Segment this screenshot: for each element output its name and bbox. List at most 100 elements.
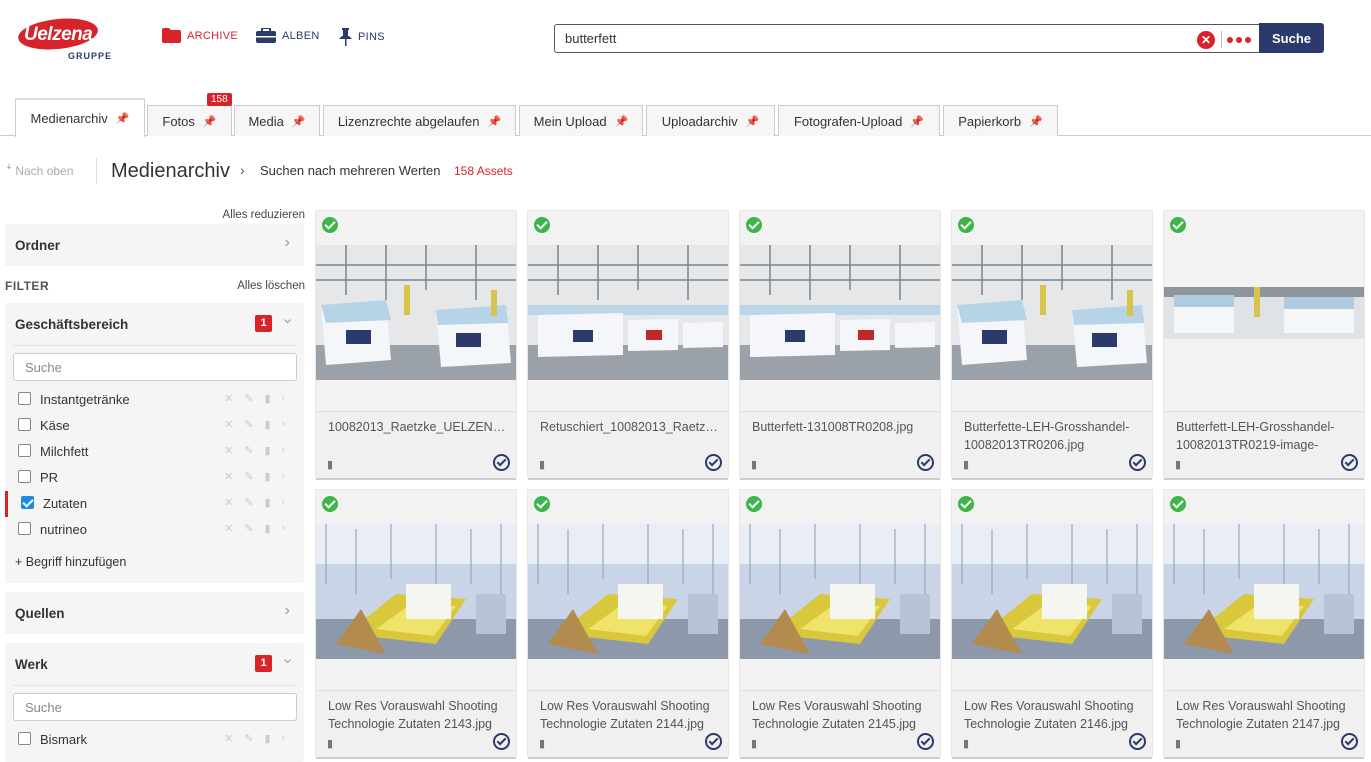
clear-all-link[interactable]: Alles löschen (237, 280, 305, 292)
pin-icon[interactable]: 📌 (292, 115, 306, 128)
back-to-top-link[interactable]: ꜜ Nach oben (6, 164, 73, 178)
filter-option[interactable]: Milchfett ✕ ✎ ▮ › (5, 439, 304, 465)
add-term-link[interactable]: + Begriff hinzufügen (15, 555, 126, 569)
pin-icon[interactable]: 📌 (203, 115, 217, 128)
collapse-all-link[interactable]: Alles reduzieren (223, 209, 305, 221)
pin-icon[interactable]: ▮ (539, 458, 545, 471)
pin-icon[interactable]: 📌 (615, 115, 629, 128)
exclude-icon[interactable]: ✕ (224, 418, 233, 431)
asset-card[interactable]: 10082013_Raetzke_UELZENA_Butterfett.jpg ▮ (315, 210, 517, 480)
asset-thumbnail[interactable] (952, 524, 1152, 664)
asset-card[interactable]: Low Res Vorauswahl Shooting Technologie … (951, 489, 1153, 759)
tab-fotografen-upload[interactable]: Fotografen-Upload 📌 (778, 105, 940, 136)
tab-uploadarchiv[interactable]: Uploadarchiv 📌 (646, 105, 775, 136)
business-panel-title[interactable]: Geschäftsbereich (15, 317, 128, 332)
tab-papierkorb[interactable]: Papierkorb 📌 (943, 105, 1058, 136)
pin-icon[interactable]: 📌 (487, 115, 501, 128)
chevron-down-icon[interactable]: › (278, 658, 296, 663)
asset-card[interactable]: Butterfett-131008TR0208.jpg ▮ (739, 210, 941, 480)
chevron-right-icon[interactable]: › (282, 444, 286, 457)
exclude-icon[interactable]: ✕ (224, 496, 233, 509)
tab-fotos[interactable]: Fotos 📌 (147, 105, 232, 136)
pin-icon[interactable]: ▮ (751, 737, 757, 750)
checkbox[interactable] (18, 732, 31, 745)
select-check-icon[interactable] (1341, 454, 1358, 471)
pin-icon[interactable]: ▮ (327, 458, 333, 471)
checkbox[interactable] (18, 470, 31, 483)
edit-icon[interactable]: ✎ (244, 392, 253, 405)
asset-thumbnail[interactable] (528, 245, 728, 385)
select-check-icon[interactable] (493, 454, 510, 471)
filter-option[interactable]: nutrineo ✕ ✎ ▮ › (5, 517, 304, 543)
asset-thumbnail[interactable] (316, 524, 516, 664)
tab-medienarchiv[interactable]: Medienarchiv 📌 (15, 98, 145, 137)
checkbox[interactable] (18, 444, 31, 457)
chevron-right-icon[interactable]: › (282, 732, 286, 745)
edit-icon[interactable]: ✎ (244, 732, 253, 745)
asset-thumbnail[interactable] (528, 524, 728, 664)
asset-thumbnail[interactable] (1164, 524, 1364, 664)
tab-media[interactable]: Media 📌 (234, 105, 320, 136)
asset-thumbnail[interactable] (952, 245, 1152, 385)
search-button[interactable]: Suche (1259, 23, 1324, 53)
asset-card[interactable]: Low Res Vorauswahl Shooting Technologie … (1163, 489, 1365, 759)
plant-panel-title[interactable]: Werk (15, 657, 48, 672)
pin-icon[interactable]: ▮ (264, 522, 270, 535)
filter-option[interactable]: PR ✕ ✎ ▮ › (5, 465, 304, 491)
pin-icon[interactable]: ▮ (264, 470, 270, 483)
asset-thumbnail[interactable] (740, 524, 940, 664)
select-check-icon[interactable] (917, 454, 934, 471)
pin-icon[interactable]: 📌 (910, 115, 924, 128)
asset-card[interactable]: Low Res Vorauswahl Shooting Technologie … (527, 489, 729, 759)
checkbox[interactable] (18, 418, 31, 431)
select-check-icon[interactable] (705, 454, 722, 471)
pin-icon[interactable]: ▮ (264, 732, 270, 745)
exclude-icon[interactable]: ✕ (224, 392, 233, 405)
chevron-right-icon[interactable]: › (282, 392, 286, 405)
pin-icon[interactable]: ▮ (963, 737, 969, 750)
pin-icon[interactable]: 📌 (1029, 115, 1043, 128)
chevron-right-icon[interactable]: › (282, 470, 286, 483)
chevron-right-icon[interactable]: › (282, 522, 286, 535)
pin-icon[interactable]: 📌 (116, 112, 130, 125)
select-check-icon[interactable] (705, 733, 722, 750)
filter-option-selected[interactable]: Zutaten ✕ ✎ ▮ › (5, 491, 304, 517)
asset-card[interactable]: Butterfette-LEH-Grosshandel-10082013TR02… (951, 210, 1153, 480)
asset-card[interactable]: Butterfett-LEH-Grosshandel-10082013TR021… (1163, 210, 1365, 480)
nav-pins[interactable]: PINS (339, 28, 385, 46)
clear-search-icon[interactable]: ✕ (1197, 31, 1215, 49)
checkbox[interactable] (18, 522, 31, 535)
pin-icon[interactable]: ▮ (264, 392, 270, 405)
select-check-icon[interactable] (917, 733, 934, 750)
uelzena-logo[interactable]: Uelzena GRUPPE (16, 14, 111, 63)
asset-thumbnail[interactable] (1164, 287, 1364, 344)
folder-panel[interactable]: Ordner › (5, 224, 304, 266)
edit-icon[interactable]: ✎ (244, 496, 253, 509)
pin-icon[interactable]: ▮ (264, 444, 270, 457)
nav-albums[interactable]: ALBEN (256, 28, 320, 43)
tab-lizenzrechte[interactable]: Lizenzrechte abgelaufen 📌 (323, 105, 516, 136)
pin-icon[interactable]: ▮ (327, 737, 333, 750)
pin-icon[interactable]: ▮ (1175, 737, 1181, 750)
asset-card[interactable]: Retuschiert_10082013_Raetzke.jpg ▮ (527, 210, 729, 480)
filter-option[interactable]: Bismark ✕ ✎ ▮ › (5, 727, 304, 753)
select-check-icon[interactable] (1341, 733, 1358, 750)
asset-card[interactable]: Low Res Vorauswahl Shooting Technologie … (315, 489, 517, 759)
chevron-right-icon[interactable]: › (282, 418, 286, 431)
more-options-icon[interactable] (1227, 37, 1251, 43)
exclude-icon[interactable]: ✕ (224, 522, 233, 535)
plant-search-input[interactable] (13, 693, 297, 721)
select-check-icon[interactable] (493, 733, 510, 750)
checkbox[interactable] (18, 392, 31, 405)
edit-icon[interactable]: ✎ (244, 418, 253, 431)
pin-icon[interactable]: ▮ (1175, 458, 1181, 471)
pin-icon[interactable]: ▮ (264, 418, 270, 431)
select-check-icon[interactable] (1129, 733, 1146, 750)
edit-icon[interactable]: ✎ (244, 444, 253, 457)
edit-icon[interactable]: ✎ (244, 522, 253, 535)
asset-card[interactable]: Low Res Vorauswahl Shooting Technologie … (739, 489, 941, 759)
pin-icon[interactable]: ▮ (264, 496, 270, 509)
sources-panel[interactable]: Quellen › (5, 592, 304, 634)
edit-icon[interactable]: ✎ (244, 470, 253, 483)
page-title[interactable]: Medienarchiv (111, 160, 230, 183)
